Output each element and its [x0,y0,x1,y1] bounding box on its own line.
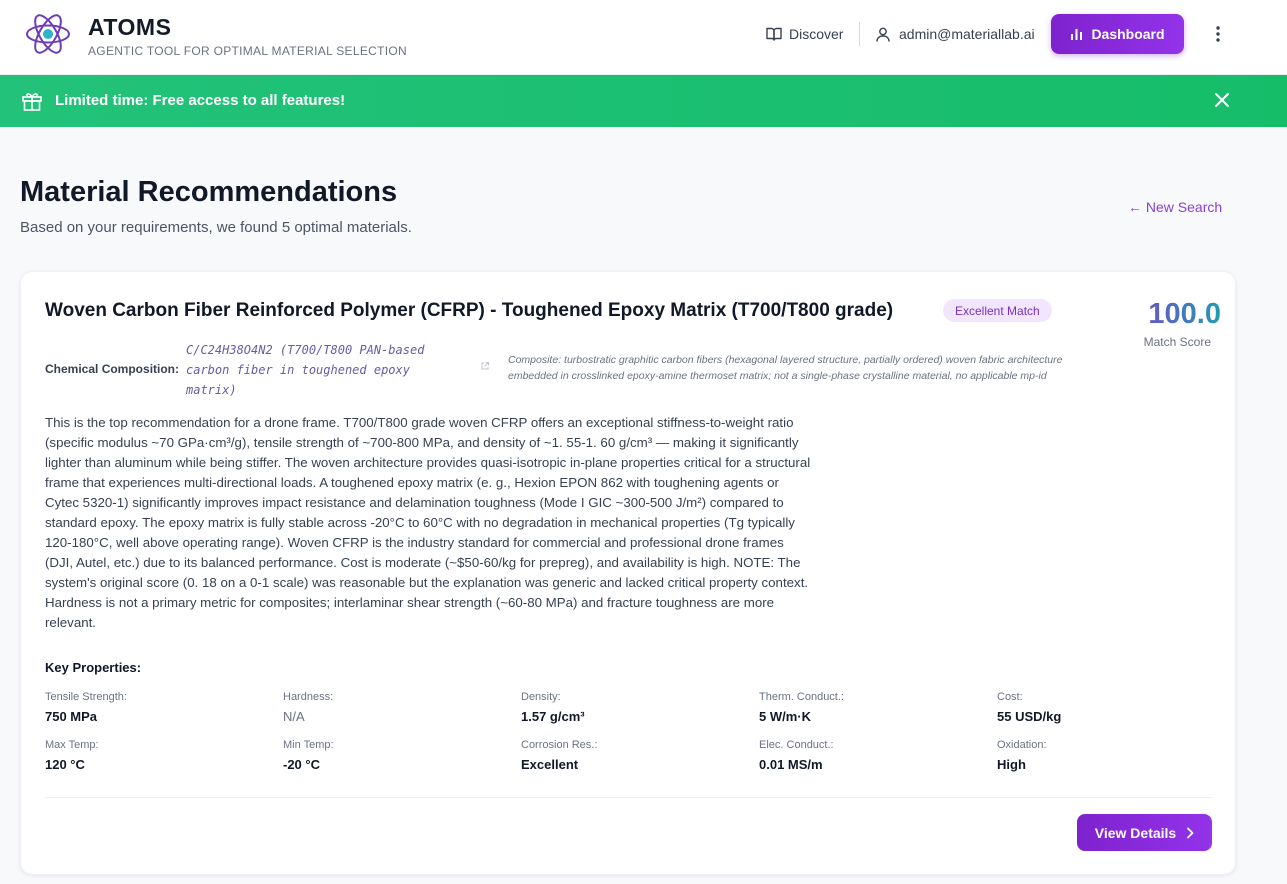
brand-title: ATOMS [88,14,172,40]
book-icon [766,27,782,41]
property-value: 55 USD/kg [997,709,1062,724]
property-label: Max Temp: [45,739,99,751]
atom-icon[interactable] [24,12,72,56]
view-details-label: View Details [1094,824,1177,841]
promo-banner: Limited time: Free access to all feature… [0,75,1287,127]
nav-divider [859,22,860,46]
banner-text: Limited time: Free access to all feature… [55,92,346,109]
match-score: 100.0 [1121,298,1221,331]
property-oxidation: Oxidation: High [997,739,1197,772]
property-label: Oxidation: [997,739,1047,751]
property-label: Density: [521,691,561,703]
view-details-button[interactable]: View Details [1077,814,1212,851]
property-thermal-conductivity: Therm. Conduct.: 5 W/m·K [759,691,959,724]
more-vertical-icon[interactable] [1206,22,1230,46]
property-value: N/A [283,709,305,724]
brand-subtitle: AGENTIC TOOL FOR OPTIMAL MATERIAL SELECT… [88,44,407,58]
property-tensile-strength: Tensile Strength: 750 MPa [45,691,245,724]
page-title: Material Recommendations [20,176,398,208]
property-density: Density: 1.57 g/cm³ [521,691,721,724]
material-card: Woven Carbon Fiber Reinforced Polymer (C… [20,271,1236,875]
property-value: Excellent [521,757,579,772]
match-score-label: Match Score [1143,335,1211,349]
property-value: 750 MPa [45,709,98,724]
dashboard-button[interactable]: Dashboard [1051,14,1184,54]
property-cost: Cost: 55 USD/kg [997,691,1197,724]
property-min-temp: Min Temp: -20 °C [283,739,483,772]
external-link-icon[interactable] [480,361,490,371]
property-value: 5 W/m·K [759,709,811,724]
chevron-right-icon [1187,827,1194,838]
property-label: Elec. Conduct.: [759,739,834,751]
property-label: Corrosion Res.: [521,739,598,751]
property-value: 120 °C [45,757,85,772]
new-search-link[interactable]: ← New Search [1128,199,1222,215]
composition-description: Composite: turbostratic graphitic carbon… [508,354,1063,382]
user-email: admin@materiallab.ai [899,26,1035,42]
property-label: Tensile Strength: [45,691,127,703]
close-icon[interactable] [1212,90,1232,110]
composition-formula: C/C24H38O4N2 (T700/T800 PAN-based carbon… [186,343,425,397]
property-hardness: Hardness: N/A [283,691,483,724]
app-header: ATOMS AGENTIC TOOL FOR OPTIMAL MATERIAL … [0,0,1287,75]
discover-link[interactable]: Discover [766,24,843,44]
property-label: Min Temp: [283,739,334,751]
dashboard-label: Dashboard [1091,26,1165,42]
card-divider [45,797,1213,798]
user-account[interactable]: admin@materiallab.ai [876,24,1035,44]
property-max-temp: Max Temp: 120 °C [45,739,245,772]
property-label: Therm. Conduct.: [759,691,844,703]
material-name: Woven Carbon Fiber Reinforced Polymer (C… [45,300,894,321]
page-subtitle: Based on your requirements, we found 5 o… [20,219,412,236]
key-properties-title: Key Properties: [45,660,142,675]
property-value: High [997,757,1026,772]
material-description: This is the top recommendation for a dro… [45,415,811,630]
user-icon [876,27,890,42]
discover-label: Discover [789,26,844,42]
property-label: Hardness: [283,691,334,703]
property-value: 1.57 g/cm³ [521,709,585,724]
property-label: Cost: [997,691,1023,703]
property-electrical-conductivity: Elec. Conduct.: 0.01 MS/m [759,739,959,772]
property-value: 0.01 MS/m [759,757,823,772]
bar-chart-icon [1071,28,1083,40]
match-badge: Excellent Match [943,299,1052,322]
composition-label: Chemical Composition: [45,362,180,376]
property-value: -20 °C [283,757,320,772]
gift-icon [22,93,42,111]
property-corrosion-resistance: Corrosion Res.: Excellent [521,739,721,772]
